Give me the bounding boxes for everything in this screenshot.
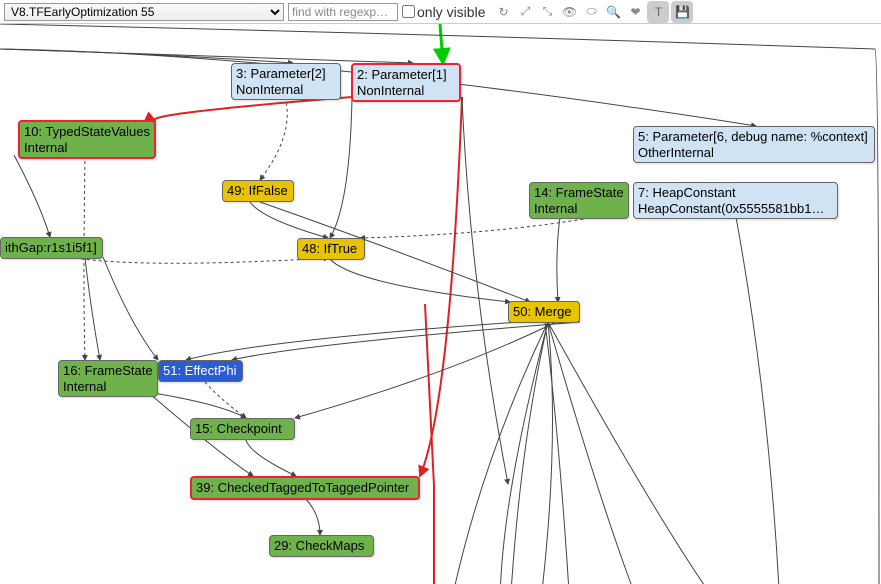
graph-edge [85,257,100,360]
save-icon[interactable]: 💾 [671,1,693,23]
eye-icon[interactable]: 👁 [559,2,579,22]
graph-node[interactable]: 3: Parameter[2] NonInternal [231,63,341,100]
only-visible-label: only visible [417,4,485,20]
graph-node[interactable]: 39: CheckedTaggedToTaggedPointer [190,476,420,500]
graph-edge [545,322,570,584]
graph-edge [103,257,158,360]
graph-edge [14,155,50,237]
graph-edge [548,322,640,584]
graph-edge [305,498,320,535]
graph-node[interactable]: 51: EffectPhi [158,360,243,382]
graph-edge [250,202,328,238]
graph-node[interactable]: 15: Checkpoint [190,418,295,440]
graph-node[interactable]: 49: IfFalse [222,180,294,202]
ellipse-icon[interactable]: ⬭ [581,2,601,22]
graph-node[interactable]: 5: Parameter[6, debug name: %context] Ot… [633,126,875,163]
graph-node[interactable]: 29: CheckMaps [269,535,374,557]
reload-icon[interactable]: ↻ [493,2,513,22]
graph-edge [420,97,462,476]
text-t-icon[interactable]: T [647,1,669,23]
graph-node[interactable]: 10: TypedStateValues Internal [18,120,156,159]
graph-edge [0,24,879,584]
graph-node[interactable]: 2: Parameter[1] NonInternal [351,63,461,102]
graph-node[interactable]: 48: IfTrue [297,238,365,260]
graph-edge [154,97,352,121]
toolbar: V8.TFEarlyOptimization 55 only visible ↻… [0,0,881,24]
graph-node[interactable]: 14: FrameState Internal [529,182,629,219]
graph-edge [69,257,329,263]
graph-edge [295,322,556,418]
graph-node[interactable]: 7: HeapConstant HeapConstant(0x5555581bb… [633,182,838,219]
toolbar-icons: ↻⤢⤡👁⬭🔍❤T💾 [493,1,693,23]
graph-edge [246,440,296,476]
graph-edge [260,97,287,180]
graph-edge [153,393,246,418]
graph-edge [548,322,720,584]
graph-edge [232,322,580,360]
graph-edge [736,217,780,584]
graph-edge [440,24,443,63]
graph-edge [0,49,413,63]
search-input[interactable] [288,3,398,21]
expand-in-icon[interactable]: ⤡ [537,2,557,22]
phase-select[interactable]: V8.TFEarlyOptimization 55 [4,3,284,21]
graph-edge [0,49,293,63]
graph-canvas[interactable]: 3: Parameter[2] NonInternal 2: Parameter[… [0,24,881,584]
graph-edge [557,217,560,302]
graph-edge [500,322,548,584]
graph-edge [329,258,510,302]
graph-edge [186,322,520,360]
graph-edge [540,322,553,584]
expand-out-icon[interactable]: ⤢ [515,2,535,22]
graph-edge [510,322,548,584]
graph-edge [205,382,246,418]
tag-icon[interactable]: ❤ [625,2,645,22]
graph-edge [330,97,352,238]
graph-node[interactable]: ithGap:r1s1i5f1] [0,237,103,259]
graph-node[interactable]: 50: Merge [508,301,580,323]
only-visible-checkbox[interactable] [402,5,415,18]
edge-layer [0,24,881,584]
graph-node[interactable]: 16: FrameState Internal [58,360,158,397]
zoom-icon[interactable]: 🔍 [603,2,623,22]
only-visible-toggle[interactable]: only visible [402,4,485,20]
